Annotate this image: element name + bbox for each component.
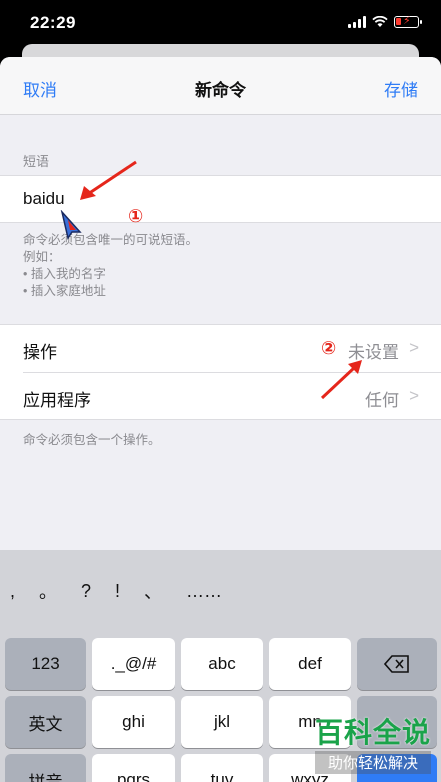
key-jkl[interactable]: jkl [181,696,263,748]
status-icons: ⚡ [348,15,422,28]
delete-key[interactable] [357,638,437,690]
annotation-arrow-2 [320,360,362,400]
app-value: 任何 [365,391,399,410]
key-123[interactable]: 123 [5,638,86,690]
page-title: 新命令 [195,81,246,100]
candidate-key[interactable]: ! [115,581,120,602]
action-footnote: 命令必须包含一个操作。 [23,433,161,447]
wifi-icon [372,16,388,27]
chevron-right-icon: > [409,386,419,405]
app-label: 应用程序 [23,391,91,410]
candidate-key[interactable]: , [10,581,15,602]
help-line: 命令必须包含唯一的可说短语。 [23,233,199,247]
key-pinyin[interactable]: 拼音 [5,754,86,782]
nav-bar: 取消 新命令 存储 [0,57,441,115]
help-line: • 插入家庭地址 [23,284,106,298]
watermark-logo: 百科全说 助你轻松解决 [314,711,431,774]
delete-icon [384,655,409,673]
signal-icon [348,16,366,28]
action-label: 操作 [23,343,57,362]
key-tuv[interactable]: tuv [181,754,263,782]
candidate-key[interactable]: 。 [39,578,57,604]
annotation-arrow-1 [80,160,137,200]
key-symbols[interactable]: ._@/# [92,638,175,690]
watermark-subtitle: 助你轻松解决 [314,751,431,774]
phrase-section-label: 短语 [23,154,50,169]
key-english[interactable]: 英文 [5,696,86,748]
battery-icon: ⚡ [394,15,422,28]
annotation-number-1: ① [128,206,144,226]
watermark-title: 百科全说 [314,717,431,748]
status-time: 22:29 [30,13,76,32]
status-bar: 22:29 ⚡ [0,0,441,48]
candidate-bar: , 。 ? ! 、 …… [0,550,441,632]
help-line: • 插入我的名字 [23,267,106,281]
key-def[interactable]: def [269,638,351,690]
settings-group: 操作 未设置 > 应用程序 任何 > [0,324,441,420]
candidate-key[interactable]: ? [81,581,91,602]
help-line: 例如： [23,250,61,264]
phrase-value: baidu [23,189,65,208]
save-button[interactable]: 存储 [384,76,418,101]
phrase-help: 命令必须包含唯一的可说短语。 例如： • 插入我的名字 • 插入家庭地址 [23,232,198,300]
key-pqrs[interactable]: pqrs [92,754,175,782]
app-row[interactable]: 应用程序 任何 > [0,373,441,421]
key-abc[interactable]: abc [181,638,263,690]
mouse-cursor-icon [60,210,82,240]
candidate-key[interactable]: …… [186,581,222,602]
action-row[interactable]: 操作 未设置 > [0,325,441,373]
annotation-number-2: ② [321,338,337,358]
candidate-key[interactable]: 、 [144,578,162,604]
key-ghi[interactable]: ghi [92,696,175,748]
chevron-right-icon: > [409,338,419,357]
